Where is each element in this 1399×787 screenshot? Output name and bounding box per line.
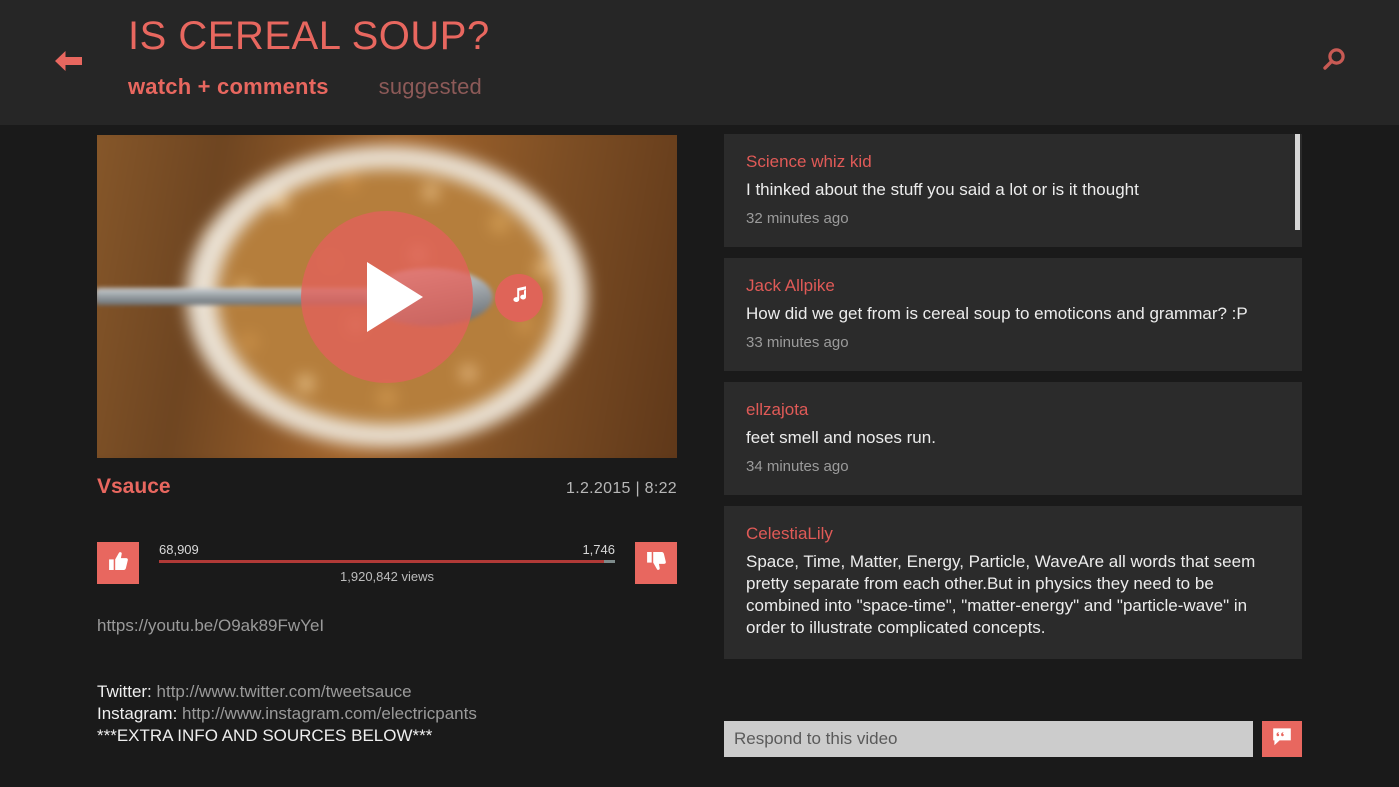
video-column: Vsauce 1.2.2015 | 8:22 68,909 1,746 1,92…: [0, 125, 700, 787]
comment-text: feet smell and noses run.: [746, 428, 936, 447]
video-detail-page: IS CEREAL SOUP? watch + comments suggest…: [0, 0, 1399, 787]
rating-row: 68,909 1,746 1,920,842 views: [97, 542, 677, 584]
comment-author[interactable]: CelestiaLily: [746, 524, 1280, 544]
play-button[interactable]: [301, 210, 473, 383]
video-date-duration: 1.2.2015 | 8:22: [566, 480, 677, 497]
like-count: 68,909: [159, 542, 199, 557]
comment-timestamp: 32 minutes ago: [746, 210, 849, 227]
back-button[interactable]: [48, 44, 88, 78]
rating-bar-positive: [159, 560, 604, 563]
twitter-label: Twitter:: [97, 682, 152, 701]
description-extra-info: ***EXTRA INFO AND SOURCES BELOW***: [97, 726, 433, 745]
video-description: https://youtu.be/O9ak89FwYeI Twitter: ht…: [97, 615, 677, 787]
comment-card[interactable]: Science whiz kid I thinked about the stuf…: [724, 134, 1302, 247]
comments-list[interactable]: Science whiz kid I thinked about the stuf…: [724, 134, 1302, 712]
music-note-icon: [507, 284, 531, 313]
tab-bar: watch + comments suggested: [128, 74, 482, 100]
respond-row: [724, 721, 1302, 757]
page-title: IS CEREAL SOUP?: [128, 14, 490, 58]
comment-timestamp: 33 minutes ago: [746, 334, 849, 351]
comment-card[interactable]: ellzajota feet smell and noses run. 34 min…: [724, 382, 1302, 495]
video-player-thumbnail[interactable]: [97, 135, 677, 458]
comment-author[interactable]: Science whiz kid: [746, 152, 1280, 172]
comment-text: Space, Time, Matter, Energy, Particle, W…: [746, 552, 1256, 637]
search-icon: [1318, 45, 1348, 80]
comments-scrollbar[interactable]: [1295, 134, 1300, 712]
comment-card[interactable]: Jack Allpike How did we get from is cerea…: [724, 258, 1302, 371]
instagram-url[interactable]: http://www.instagram.com/electricpants: [182, 704, 477, 723]
tab-watch-comments[interactable]: watch + comments: [128, 74, 329, 100]
thumbs-down-icon: [644, 549, 668, 578]
comments-scrollbar-thumb[interactable]: [1295, 134, 1300, 230]
like-button[interactable]: [97, 542, 139, 584]
music-button[interactable]: [495, 274, 543, 322]
description-twitter-line: Twitter: http://www.twitter.com/tweetsau…: [97, 681, 677, 703]
comment-bubble-icon: [1271, 726, 1293, 753]
back-arrow-icon: [51, 48, 85, 74]
search-button[interactable]: [1315, 44, 1351, 80]
video-meta-row: Vsauce 1.2.2015 | 8:22: [97, 475, 677, 499]
comment-text: I thinked about the stuff you said a lot…: [746, 180, 1139, 199]
comment-timestamp: 34 minutes ago: [746, 458, 849, 475]
respond-submit-button[interactable]: [1262, 721, 1302, 757]
play-icon: [367, 261, 423, 332]
app-header: IS CEREAL SOUP? watch + comments suggest…: [0, 0, 1399, 125]
instagram-label: Instagram:: [97, 704, 178, 723]
rating-bar: [159, 560, 615, 563]
channel-name[interactable]: Vsauce: [97, 475, 171, 499]
comment-author[interactable]: Jack Allpike: [746, 276, 1280, 296]
dislike-button[interactable]: [635, 542, 677, 584]
rating-counts: 68,909 1,746: [159, 542, 615, 557]
respond-input[interactable]: [724, 721, 1253, 757]
comment-text: How did we get from is cereal soup to em…: [746, 304, 1248, 323]
rating-bar-container: 68,909 1,746 1,920,842 views: [159, 542, 615, 584]
description-url[interactable]: https://youtu.be/O9ak89FwYeI: [97, 615, 677, 637]
view-count: 1,920,842 views: [340, 569, 434, 584]
description-instagram-line: Instagram: http://www.instagram.com/elec…: [97, 703, 677, 725]
comment-card[interactable]: CelestiaLily Space, Time, Matter, Energy,…: [724, 506, 1302, 659]
comment-author[interactable]: ellzajota: [746, 400, 1280, 420]
dislike-count: 1,746: [582, 542, 615, 557]
tab-suggested[interactable]: suggested: [379, 74, 482, 100]
twitter-url[interactable]: http://www.twitter.com/tweetsauce: [157, 682, 412, 701]
thumbs-up-icon: [106, 549, 130, 578]
